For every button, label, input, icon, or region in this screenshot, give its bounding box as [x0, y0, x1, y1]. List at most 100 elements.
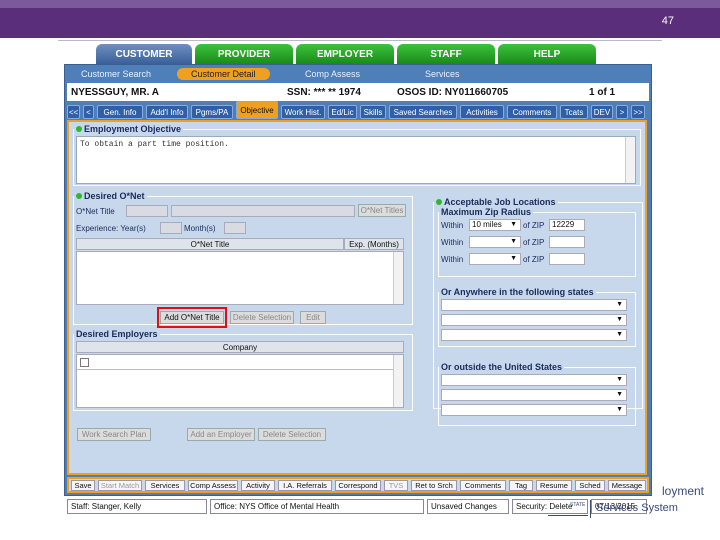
miles-select-2[interactable]: ▼: [469, 236, 521, 248]
onet-grid[interactable]: [76, 251, 404, 305]
employers-grid-scrollbar[interactable]: [393, 355, 403, 407]
oses-logo: loyment STATE Services System: [540, 482, 710, 522]
highlight-box: [157, 307, 227, 328]
chevron-down-icon: ▼: [616, 331, 623, 338]
add-employer-button[interactable]: Add an Employer: [187, 428, 255, 441]
employment-objective-legend: Employment Objective: [84, 124, 182, 134]
sub-navigation: Customer Search Customer Detail Comp Ass…: [65, 67, 653, 81]
within-label-3: Within: [441, 255, 464, 264]
col-exp-months[interactable]: Exp. (Months): [344, 238, 404, 250]
tab-work-hist[interactable]: Work Hist.: [281, 105, 325, 119]
tag-button[interactable]: Tag: [509, 480, 533, 491]
tab-saved-searches[interactable]: Saved Searches: [389, 105, 457, 119]
chevron-down-icon: ▼: [616, 376, 623, 383]
office-status: Office: NYS Office of Mental Health: [210, 499, 424, 514]
tab-help[interactable]: HELP: [498, 44, 596, 64]
desired-employers-legend: Desired Employers: [76, 329, 158, 339]
zip-radius-legend: Maximum Zip Radius: [441, 207, 532, 217]
employer-row-divider: [77, 369, 395, 370]
tab-customer[interactable]: CUSTOMER: [96, 44, 192, 64]
edit-onet-button[interactable]: Edit: [300, 311, 326, 324]
unsaved-status: Unsaved Changes: [427, 499, 509, 514]
delete-employer-selection-button[interactable]: Delete Selection: [258, 428, 326, 441]
chevron-down-icon: ▼: [510, 238, 517, 245]
tab-comments[interactable]: Comments: [507, 105, 557, 119]
subnav-customer-search[interactable]: Customer Search: [81, 69, 151, 79]
tab-provider[interactable]: PROVIDER: [195, 44, 293, 64]
employment-objective-textarea[interactable]: To obtain a part time position.: [76, 136, 636, 184]
comp-assess-button[interactable]: Comp Assess: [188, 480, 238, 491]
desired-onet-legend: Desired O*Net: [84, 191, 145, 201]
state-select-1[interactable]: ▼: [441, 299, 627, 311]
objective-content: Employment Objective To obtain a part ti…: [67, 120, 647, 475]
country-select-1[interactable]: ▼: [441, 374, 627, 386]
onet-titles-button[interactable]: O*Net Titles: [358, 204, 406, 217]
zip-input-3[interactable]: [549, 253, 585, 265]
desired-onet-section: Desired O*Net O*Net Title O*Net Titles E…: [73, 191, 413, 328]
col-onet-title[interactable]: O*Net Title: [76, 238, 344, 250]
job-locations-legend: Acceptable Job Locations: [444, 197, 556, 207]
tvs-button[interactable]: TVS: [384, 480, 408, 491]
activity-button[interactable]: Activity: [241, 480, 275, 491]
tab-tcats[interactable]: Tcats: [560, 105, 588, 119]
next-record-button[interactable]: >: [616, 105, 628, 119]
customer-ssn: SSN: *** ** 1974: [287, 86, 361, 98]
logo-line-1: loyment: [662, 484, 705, 498]
delete-onet-selection-button[interactable]: Delete Selection: [230, 311, 294, 324]
state-select-2[interactable]: ▼: [441, 314, 627, 326]
comments-button[interactable]: Comments: [460, 480, 506, 491]
tab-addl-info[interactable]: Add'l Info: [146, 105, 188, 119]
tab-skills[interactable]: Skills: [360, 105, 386, 119]
main-panel: Customer Search Customer Detail Comp Ass…: [64, 64, 653, 514]
tab-objective[interactable]: Objective: [236, 101, 278, 119]
correspond-button[interactable]: Correspond: [335, 480, 381, 491]
slide-header: 47: [0, 0, 720, 38]
employer-checkbox[interactable]: [80, 358, 89, 367]
anywhere-states-section: Or Anywhere in the following states ▼ ▼ …: [438, 287, 636, 347]
of-zip-label-3: of ZIP: [523, 255, 545, 264]
chevron-down-icon: ▼: [616, 301, 623, 308]
country-select-2[interactable]: ▼: [441, 389, 627, 401]
col-company[interactable]: Company: [76, 341, 404, 353]
miles-select-1[interactable]: 10 miles ▼: [469, 219, 521, 231]
within-label-2: Within: [441, 238, 464, 247]
required-dot-icon: [76, 193, 82, 199]
tab-ed-lic[interactable]: Ed/Lic: [328, 105, 357, 119]
first-record-button[interactable]: <<: [67, 105, 80, 119]
slide-number: 47: [661, 15, 674, 27]
subnav-comp-assess[interactable]: Comp Assess: [305, 69, 360, 79]
subnav-customer-detail[interactable]: Customer Detail: [177, 68, 270, 80]
logo-divider: [590, 500, 591, 518]
detail-tabs: << < Gen. Info Add'l Info Pgms/PA Object…: [67, 101, 651, 119]
prev-record-button[interactable]: <: [83, 105, 94, 119]
services-button[interactable]: Services: [145, 480, 185, 491]
experience-years-input[interactable]: [160, 222, 182, 234]
tab-employer[interactable]: EMPLOYER: [296, 44, 394, 64]
state-select-3[interactable]: ▼: [441, 329, 627, 341]
onet-grid-scrollbar[interactable]: [393, 252, 403, 304]
experience-months-input[interactable]: [224, 222, 246, 234]
logo-map-icon: [548, 508, 588, 516]
tab-dev[interactable]: DEV: [591, 105, 613, 119]
work-search-plan-button[interactable]: Work Search Plan: [77, 428, 151, 441]
country-select-3[interactable]: ▼: [441, 404, 627, 416]
zip-input-2[interactable]: [549, 236, 585, 248]
miles-select-3[interactable]: ▼: [469, 253, 521, 265]
tab-activities[interactable]: Activities: [460, 105, 504, 119]
chevron-down-icon: ▼: [510, 255, 517, 262]
tab-staff[interactable]: STAFF: [397, 44, 495, 64]
outside-us-legend: Or outside the United States: [441, 362, 563, 372]
objective-scrollbar[interactable]: [625, 137, 635, 183]
tab-pgms-pa[interactable]: Pgms/PA: [191, 105, 233, 119]
ret-to-srch-button[interactable]: Ret to Srch: [411, 480, 457, 491]
zip-input-1[interactable]: 12229: [549, 219, 585, 231]
onet-code-input: [126, 205, 168, 217]
divider: [58, 40, 662, 41]
last-record-button[interactable]: >>: [631, 105, 645, 119]
save-button[interactable]: Save: [71, 480, 95, 491]
tab-gen-info[interactable]: Gen. Info: [97, 105, 143, 119]
start-match-button[interactable]: Start Match: [98, 480, 142, 491]
subnav-services[interactable]: Services: [425, 69, 460, 79]
ia-referrals-button[interactable]: I.A. Referrals: [278, 480, 332, 491]
employers-grid[interactable]: [76, 354, 404, 408]
